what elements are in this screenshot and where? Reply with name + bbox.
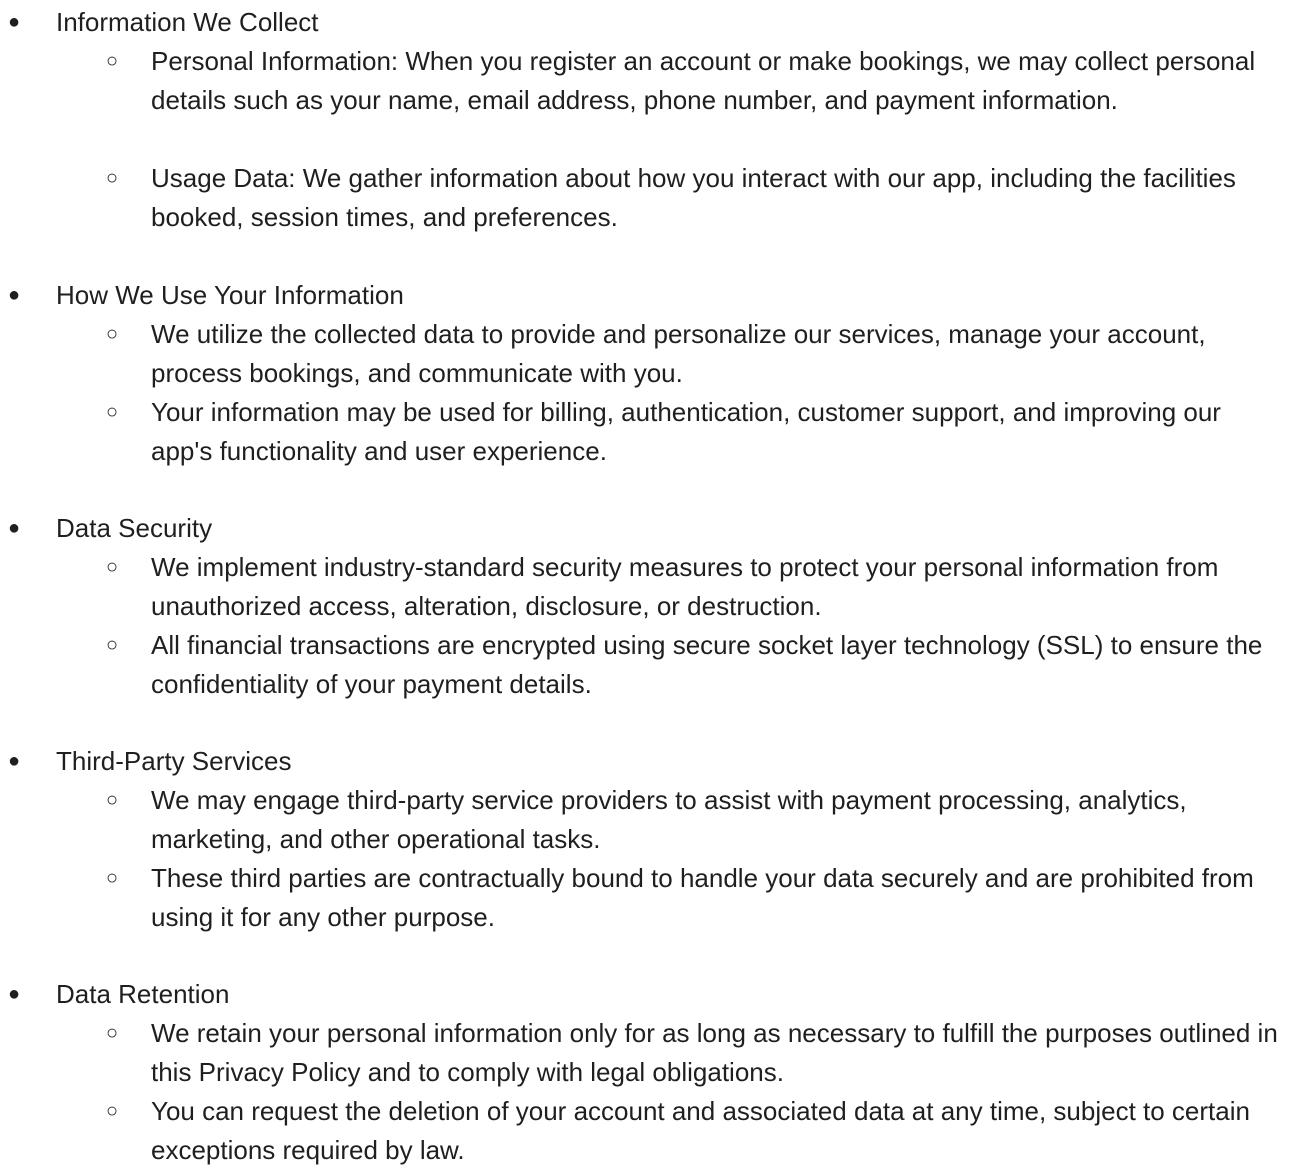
sub-bullet-icon: ○ [106,1022,119,1044]
sub-bullet-icon: ○ [106,867,119,889]
bullet-icon: ● [8,11,21,33]
list-item-text: All financial transactions are encrypted… [151,630,1263,699]
list-item-text: These third parties are contractually bo… [151,863,1254,932]
section-heading: How We Use Your Information [56,280,404,310]
sub-bullet-icon: ○ [106,634,119,656]
section-heading: Data Retention [56,979,230,1009]
list-item-text: We utilize the collected data to provide… [151,319,1206,388]
sub-bullet-icon: ○ [106,789,119,811]
list-item-text: We may engage third-party service provid… [151,785,1187,854]
bullet-icon: ● [8,983,21,1005]
section-heading: Third-Party Services [56,746,292,776]
sub-bullet-icon: ○ [106,1100,119,1122]
list-item-text: Usage Data: We gather information about … [151,163,1236,232]
section-heading: Information We Collect [56,7,319,37]
sub-bullet-icon: ○ [106,401,119,423]
section-heading: Data Security [56,513,213,543]
list-item-text: We implement industry-standard security … [151,552,1219,621]
sub-bullet-icon: ○ [106,50,119,72]
sub-bullet-icon: ○ [106,556,119,578]
bullet-icon: ● [8,750,21,772]
list-item-text: We retain your personal information only… [151,1018,1278,1087]
bullet-icon: ● [8,517,21,539]
list-item-text: Your information may be used for billing… [151,397,1221,466]
list-item-text: Personal Information: When you register … [151,46,1256,115]
list-item-text: You can request the deletion of your acc… [151,1096,1250,1165]
sub-bullet-icon: ○ [106,167,119,189]
bullet-icon: ● [8,284,21,306]
sub-bullet-icon: ○ [106,323,119,345]
